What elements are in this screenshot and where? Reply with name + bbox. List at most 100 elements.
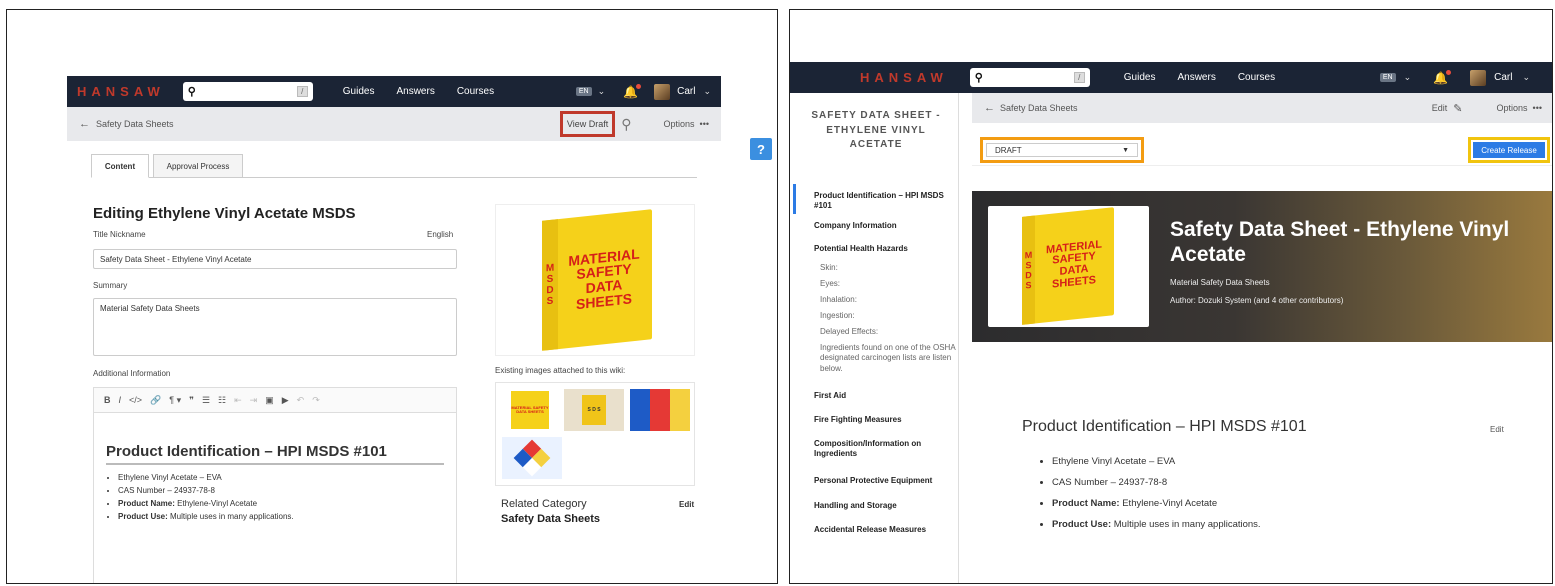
editor-body[interactable]: Product Identification – HPI MSDS #101 E… bbox=[93, 413, 457, 583]
video-icon[interactable]: ▶ bbox=[282, 395, 289, 406]
bell-icon[interactable]: 🔔 bbox=[623, 83, 642, 99]
sidebar-item-accidental-release[interactable]: Accidental Release Measures bbox=[814, 525, 954, 535]
more-icon[interactable]: ••• bbox=[700, 119, 709, 129]
bullet-list-icon[interactable]: ☰ bbox=[202, 395, 210, 406]
quote-icon[interactable]: ❞ bbox=[189, 395, 194, 406]
italic-icon[interactable]: I bbox=[119, 395, 122, 405]
section-edit-link[interactable]: Edit bbox=[1490, 425, 1504, 434]
release-bar: DRAFT ▼ Create Release bbox=[972, 130, 1552, 166]
sidebar-subitem-skin[interactable]: Skin: bbox=[820, 263, 960, 273]
gallery-thumb[interactable]: MATERIAL SAFETY DATA SHEETS bbox=[502, 389, 558, 431]
status-select[interactable]: DRAFT ▼ bbox=[986, 143, 1138, 157]
language-button[interactable]: EN bbox=[575, 87, 592, 96]
top-nav: HANSAW ⚲ / Guides Answers Courses EN ⌄ 🔔… bbox=[67, 76, 721, 107]
edit-button[interactable]: Edit bbox=[1432, 103, 1448, 113]
nav-answers[interactable]: Answers bbox=[396, 86, 434, 97]
search-input[interactable]: ⚲ / bbox=[182, 82, 313, 101]
main-image[interactable]: MSDS MATERIAL SAFETY DATA SHEETS bbox=[495, 204, 695, 356]
nav-guides[interactable]: Guides bbox=[1124, 72, 1156, 83]
undo-icon[interactable]: ↶ bbox=[297, 395, 305, 406]
redo-icon[interactable]: ↷ bbox=[312, 395, 320, 406]
back-arrow-icon[interactable]: ← bbox=[79, 118, 90, 130]
outdent-icon[interactable]: ⇤ bbox=[234, 395, 242, 406]
user-name[interactable]: Carl bbox=[677, 86, 695, 97]
back-arrow-icon[interactable]: ← bbox=[984, 102, 995, 114]
nav-courses[interactable]: Courses bbox=[457, 86, 494, 97]
nav-answers[interactable]: Answers bbox=[1177, 72, 1215, 83]
title-nickname-field[interactable]: Safety Data Sheet - Ethylene Vinyl Aceta… bbox=[93, 249, 457, 269]
sidebar-item-potential-health-hazards[interactable]: Potential Health Hazards bbox=[814, 244, 954, 254]
sidebar-item-handling-storage[interactable]: Handling and Storage bbox=[814, 501, 954, 511]
hero-category[interactable]: Material Safety Data Sheets bbox=[1170, 278, 1270, 287]
more-icon[interactable]: ••• bbox=[1533, 103, 1542, 113]
sidebar-subitem-delayed-effects[interactable]: Delayed Effects: bbox=[820, 327, 960, 337]
bell-icon[interactable]: 🔔 bbox=[1433, 69, 1452, 85]
sidebar-subitem-ingestion[interactable]: Ingestion: bbox=[820, 311, 960, 321]
chevron-down-icon[interactable]: ⌄ bbox=[703, 86, 711, 97]
summary-field[interactable]: Material Safety Data Sheets bbox=[93, 298, 457, 356]
bold-icon[interactable]: B bbox=[104, 395, 111, 405]
breadcrumb[interactable]: Safety Data Sheets bbox=[1000, 103, 1078, 113]
sidebar-item-first-aid[interactable]: First Aid bbox=[814, 391, 954, 401]
view-draft-button[interactable]: View Draft bbox=[559, 111, 616, 137]
create-release-button[interactable]: Create Release bbox=[1473, 142, 1545, 158]
user-name[interactable]: Carl bbox=[1494, 72, 1512, 83]
summary-label: Summary bbox=[93, 281, 128, 290]
status-select-value: DRAFT bbox=[995, 145, 1022, 155]
code-icon[interactable]: </> bbox=[129, 395, 142, 405]
notification-dot bbox=[636, 83, 642, 89]
help-button[interactable]: ? bbox=[750, 138, 772, 160]
nav-guides[interactable]: Guides bbox=[343, 86, 375, 97]
logo[interactable]: HANSAW bbox=[860, 70, 948, 85]
thumb-sds: S D S bbox=[582, 395, 606, 425]
binder-text: MATERIAL SAFETY DATA SHEETS bbox=[568, 245, 640, 312]
language-button[interactable]: EN bbox=[1379, 73, 1396, 82]
search-input[interactable]: ⚲ / bbox=[969, 68, 1090, 87]
indent-icon[interactable]: ⇥ bbox=[250, 395, 258, 406]
chevron-down-icon[interactable]: ⌄ bbox=[1404, 72, 1412, 83]
options-button[interactable]: Options bbox=[1497, 103, 1528, 113]
nav-courses[interactable]: Courses bbox=[1238, 72, 1275, 83]
left-screenshot-panel: HANSAW ⚲ / Guides Answers Courses EN ⌄ 🔔… bbox=[6, 9, 778, 584]
paragraph-icon[interactable]: ¶ ▾ bbox=[169, 395, 181, 406]
pencil-icon[interactable]: ✎ bbox=[1453, 102, 1462, 115]
sidebar-subitem-inhalation[interactable]: Inhalation: bbox=[820, 295, 960, 305]
related-category-value[interactable]: Safety Data Sheets bbox=[501, 513, 600, 525]
top-nav: HANSAW ⚲ / Guides Answers Courses EN ⌄ 🔔… bbox=[790, 62, 1552, 93]
existing-images-label: Existing images attached to this wiki: bbox=[495, 366, 626, 375]
hero-image[interactable]: MSDS MATERIAL SAFETY DATA SHEETS bbox=[988, 206, 1149, 327]
image-icon[interactable]: ▣ bbox=[265, 395, 274, 406]
hero-author[interactable]: Author: Dozuki System (and 4 other contr… bbox=[1170, 296, 1343, 305]
chevron-down-icon[interactable]: ⌄ bbox=[598, 86, 606, 97]
gallery-thumb[interactable] bbox=[630, 389, 690, 431]
sidebar-item-company-information[interactable]: Company Information bbox=[814, 221, 954, 231]
gallery-thumb[interactable] bbox=[502, 437, 562, 479]
numbered-list-icon[interactable]: ☷ bbox=[218, 395, 226, 406]
content-heading: Product Identification – HPI MSDS #101 bbox=[106, 443, 444, 465]
search-shortcut: / bbox=[296, 86, 308, 97]
sidebar-subitem-eyes[interactable]: Eyes: bbox=[820, 279, 960, 289]
gallery-thumb[interactable]: S D S bbox=[564, 389, 624, 431]
options-button[interactable]: Options bbox=[664, 119, 695, 129]
sidebar-subitem-ingredients[interactable]: Ingredients found on one of the OSHA des… bbox=[820, 343, 956, 374]
sidebar-item-ppe[interactable]: Personal Protective Equipment bbox=[814, 476, 954, 486]
link-icon[interactable]: 🔗 bbox=[150, 395, 161, 406]
sidebar-item-product-identification[interactable]: Product Identification – HPI MSDS #101 bbox=[814, 191, 954, 212]
tab-approval-process[interactable]: Approval Process bbox=[153, 154, 243, 178]
breadcrumb[interactable]: Safety Data Sheets bbox=[96, 119, 174, 129]
page-title: Editing Ethylene Vinyl Acetate MSDS bbox=[93, 205, 356, 222]
additional-info-label: Additional Information bbox=[93, 369, 171, 378]
logo[interactable]: HANSAW bbox=[77, 84, 165, 99]
sidebar-item-fire-fighting[interactable]: Fire Fighting Measures bbox=[814, 415, 954, 425]
search-icon: ⚲ bbox=[187, 86, 196, 98]
chevron-down-icon[interactable]: ⌄ bbox=[1522, 72, 1530, 83]
tab-content[interactable]: Content bbox=[91, 154, 149, 178]
sidebar-item-composition[interactable]: Composition/Information on Ingredients bbox=[814, 439, 948, 460]
avatar[interactable] bbox=[1470, 69, 1487, 86]
avatar[interactable] bbox=[654, 83, 671, 100]
related-edit-link[interactable]: Edit bbox=[679, 500, 694, 509]
sub-toolbar: ← Safety Data Sheets Edit ✎ Options ••• bbox=[972, 93, 1552, 123]
list-item: Ethylene Vinyl Acetate – EVA bbox=[1052, 456, 1520, 467]
search-icon[interactable]: ⚲ bbox=[621, 116, 631, 133]
hazard-blue bbox=[630, 389, 650, 431]
